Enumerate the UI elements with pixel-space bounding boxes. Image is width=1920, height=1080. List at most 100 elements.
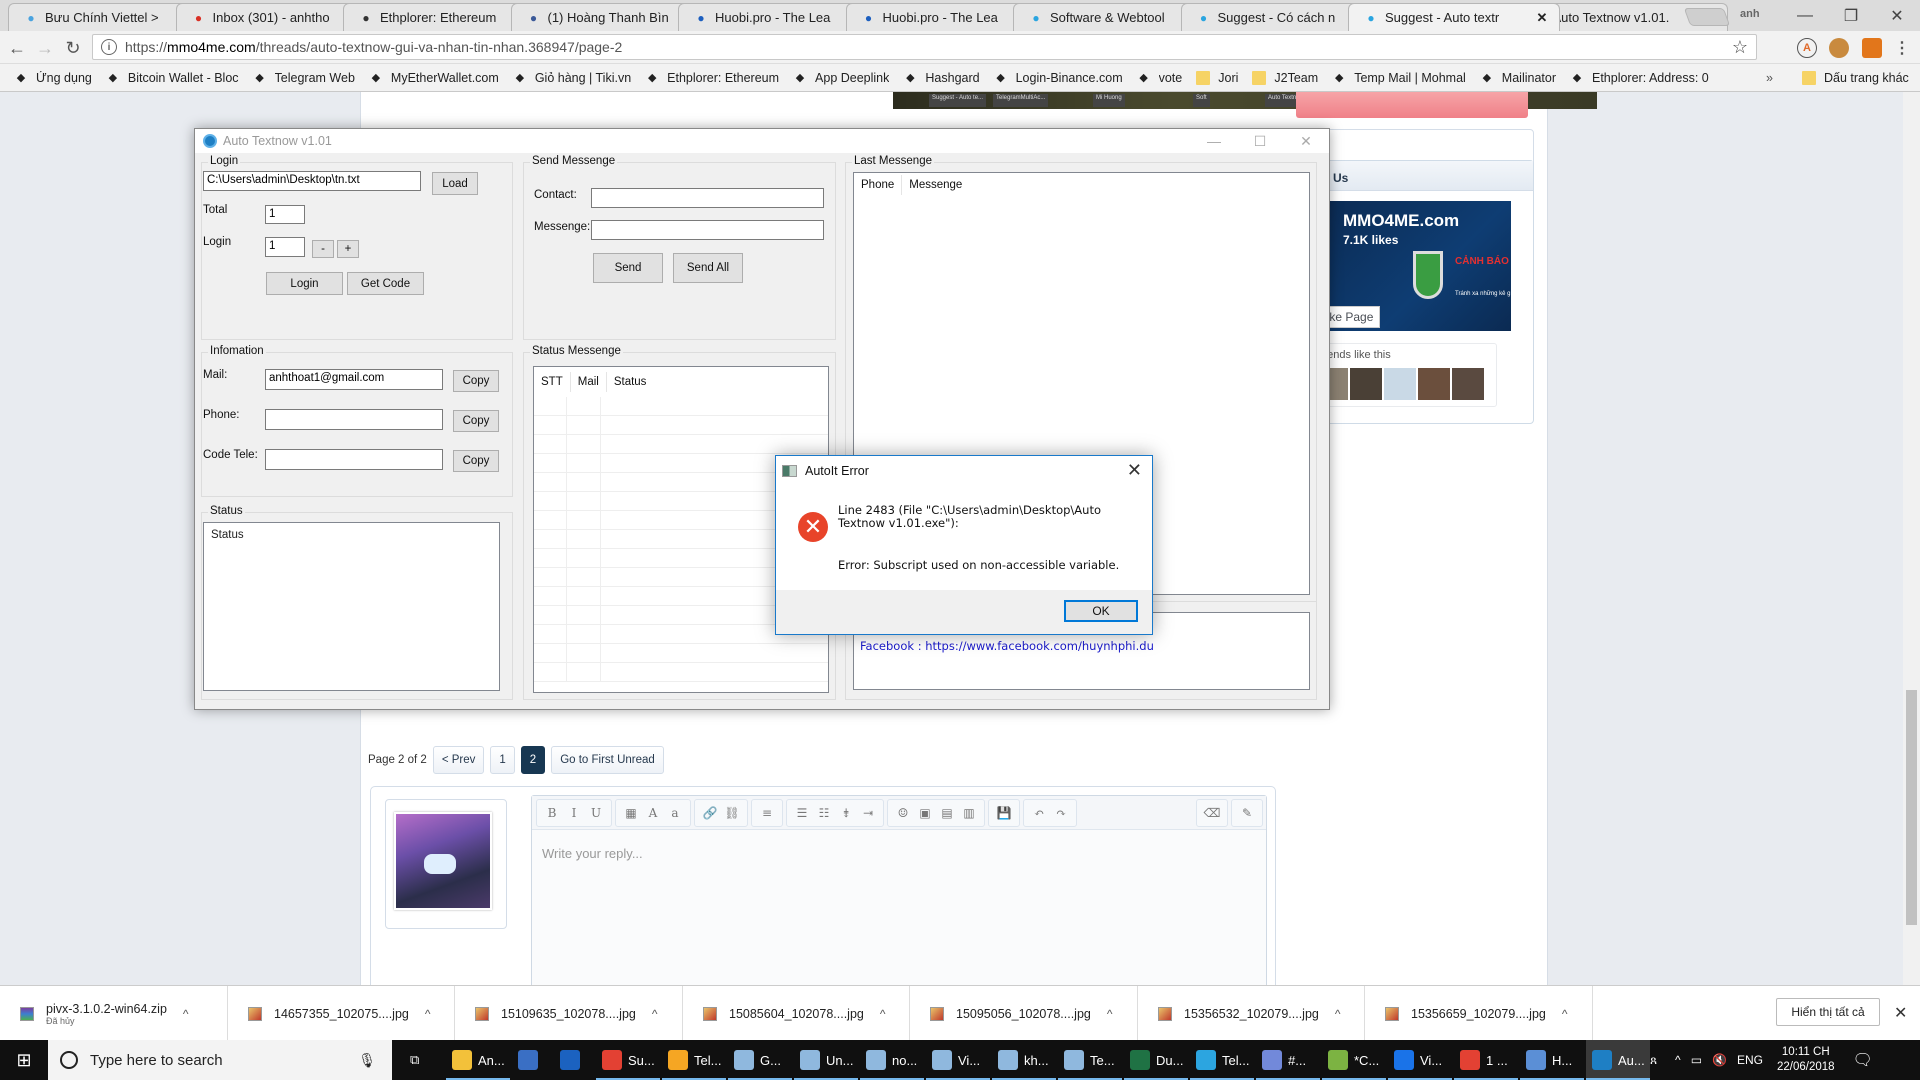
bookmark-item[interactable]: ◆ Bitcoin Wallet - Bloc — [106, 71, 239, 85]
copy-phone-button[interactable]: Copy — [453, 410, 499, 432]
editor-tool-button[interactable]: ↶ — [1028, 806, 1050, 820]
page-2-button[interactable]: 2 — [520, 746, 546, 774]
editor-tool-button[interactable]: ⌫ — [1201, 806, 1223, 820]
code-tele-input[interactable] — [265, 449, 443, 470]
file-path-input[interactable]: C:\Users\admin\Desktop\tn.txt — [203, 171, 421, 191]
network-icon[interactable]: ▭ — [1691, 1053, 1702, 1067]
tray-expand-icon[interactable]: ^ — [1675, 1053, 1681, 1067]
editor-tool-button[interactable]: I — [563, 806, 585, 820]
phone-input[interactable] — [265, 409, 443, 430]
bookmark-star-icon[interactable]: ☆ — [1732, 37, 1748, 58]
action-center-icon[interactable]: 🗨 — [1853, 1050, 1873, 1070]
login-button[interactable]: Login — [266, 272, 343, 295]
editor-tool-button[interactable]: ☺ — [892, 806, 914, 820]
bookmark-item[interactable]: ◆ Mailinator — [1480, 71, 1556, 85]
editor-tool-button[interactable]: ▤ — [936, 806, 958, 820]
volume-muted-icon[interactable]: 🔇 — [1712, 1053, 1727, 1067]
editor-tool-button[interactable]: 💾 — [993, 806, 1015, 820]
get-code-button[interactable]: Get Code — [347, 272, 424, 295]
prev-page-button[interactable]: < Prev — [432, 746, 485, 774]
microphone-icon[interactable]: 🎙 — [358, 1052, 376, 1069]
column-status[interactable]: Status — [607, 372, 654, 392]
people-icon[interactable]: ጸ — [1650, 1053, 1657, 1068]
tab-close-icon[interactable]: ✕ — [1535, 10, 1549, 26]
chevron-up-icon[interactable]: ^ — [880, 1007, 886, 1021]
editor-tool-button[interactable]: ☷ — [813, 806, 835, 820]
message-input[interactable] — [591, 220, 824, 240]
url-input[interactable]: i https://mmo4me.com/threads/auto-textno… — [92, 34, 1757, 60]
new-tab-button[interactable] — [1683, 8, 1731, 26]
taskbar-app[interactable] — [554, 1040, 594, 1080]
app-title-bar[interactable]: Auto Textnow v1.01 — ☐ ✕ — [195, 129, 1329, 153]
editor-tool-button[interactable]: ⛓ — [721, 806, 743, 820]
extension-a-icon[interactable]: A — [1797, 38, 1817, 58]
editor-tool-button[interactable]: ▦ — [620, 806, 642, 820]
dialog-close-icon[interactable]: ✕ — [1127, 460, 1142, 481]
increment-button[interactable]: + — [337, 240, 359, 258]
send-all-button[interactable]: Send All — [673, 253, 743, 283]
editor-tool-button[interactable]: U — [585, 806, 607, 820]
download-item[interactable]: 15356532_102079....jpg ^ — [1138, 986, 1365, 1041]
app-close-icon[interactable]: ✕ — [1283, 129, 1329, 153]
taskbar-app[interactable]: Su... — [596, 1040, 660, 1080]
download-item[interactable]: 15095056_102078....jpg ^ — [910, 986, 1138, 1041]
editor-tool-button[interactable]: ⇥ — [857, 806, 879, 820]
chevron-up-icon[interactable]: ^ — [183, 1007, 189, 1021]
clock[interactable]: 10:11 CH 22/06/2018 — [1777, 1045, 1835, 1075]
restore-icon[interactable]: ❐ — [1828, 0, 1874, 31]
column-phone[interactable]: Phone — [854, 175, 903, 195]
metamask-icon[interactable] — [1862, 38, 1882, 58]
friend-avatar[interactable] — [1350, 368, 1382, 400]
ok-button[interactable]: OK — [1064, 600, 1138, 622]
error-dialog-title-bar[interactable]: AutoIt Error — [776, 456, 1152, 486]
close-icon[interactable]: ✕ — [1874, 0, 1920, 31]
back-icon[interactable]: ← — [4, 35, 30, 61]
editor-tool-button[interactable]: 🔗 — [699, 806, 721, 820]
editor-tool-button[interactable]: ▥ — [958, 806, 980, 820]
bookmark-item[interactable]: ◆ vote — [1137, 71, 1182, 85]
taskbar-app[interactable]: An... — [446, 1040, 510, 1080]
download-item[interactable]: 15109635_102078....jpg ^ — [455, 986, 683, 1041]
taskbar-app[interactable]: G... — [728, 1040, 792, 1080]
taskbar-app[interactable]: Vi... — [1388, 1040, 1452, 1080]
column-messenge[interactable]: Messenge — [902, 175, 969, 195]
chevron-up-icon[interactable]: ^ — [1335, 1007, 1341, 1021]
send-button[interactable]: Send — [593, 253, 663, 283]
fb-page-name[interactable]: MMO4ME.com — [1343, 211, 1459, 231]
taskbar-app[interactable]: H... — [1520, 1040, 1584, 1080]
taskbar-app[interactable]: Te... — [1058, 1040, 1122, 1080]
taskbar-app[interactable]: Du... — [1124, 1040, 1188, 1080]
more-bookmarks-icon[interactable]: » — [1766, 71, 1773, 85]
status-textbox[interactable]: Status — [203, 522, 500, 691]
download-item[interactable]: 15085604_102078....jpg ^ — [683, 986, 910, 1041]
bookmark-item[interactable]: ◆ Temp Mail | Mohmal — [1332, 71, 1466, 85]
taskbar-app[interactable]: no... — [860, 1040, 924, 1080]
info-icon[interactable]: i — [101, 39, 117, 55]
bookmark-item[interactable]: Jori — [1196, 70, 1238, 85]
cookie-extension-icon[interactable] — [1829, 38, 1849, 58]
download-item[interactable]: 14657355_102075....jpg ^ — [228, 986, 455, 1041]
friend-avatar[interactable] — [1452, 368, 1484, 400]
taskbar-app[interactable]: #... — [1256, 1040, 1320, 1080]
editor-tool-button[interactable]: ↷ — [1050, 806, 1072, 820]
app-minimize-icon[interactable]: — — [1191, 129, 1237, 153]
chevron-up-icon[interactable]: ^ — [1107, 1007, 1113, 1021]
language-indicator[interactable]: ENG — [1737, 1053, 1763, 1067]
show-all-downloads-button[interactable]: Hiển thị tất cả — [1776, 998, 1880, 1026]
login-count-input[interactable]: 1 — [265, 237, 305, 257]
friend-avatar[interactable] — [1384, 368, 1416, 400]
copy-code-button[interactable]: Copy — [453, 450, 499, 472]
taskbar-app[interactable]: Tel... — [1190, 1040, 1254, 1080]
editor-tool-button[interactable]: ⇟ — [835, 806, 857, 820]
windows-start-icon[interactable]: ⊞ — [0, 1040, 48, 1080]
friend-avatar[interactable] — [1418, 368, 1450, 400]
chrome-menu-icon[interactable]: ⋮ — [1892, 38, 1912, 58]
app-maximize-icon[interactable]: ☐ — [1237, 129, 1283, 153]
column-mail[interactable]: Mail — [571, 372, 607, 392]
taskbar-app[interactable]: Tel... — [662, 1040, 726, 1080]
other-bookmarks[interactable]: Dấu trang khác — [1802, 70, 1909, 85]
chevron-up-icon[interactable]: ^ — [1562, 1007, 1568, 1021]
first-unread-button[interactable]: Go to First Unread — [551, 746, 664, 774]
bookmark-item[interactable]: ◆ Giỏ hàng | Tiki.vn — [513, 71, 632, 85]
bookmark-item[interactable]: ◆ Ứng dụng — [14, 71, 92, 85]
